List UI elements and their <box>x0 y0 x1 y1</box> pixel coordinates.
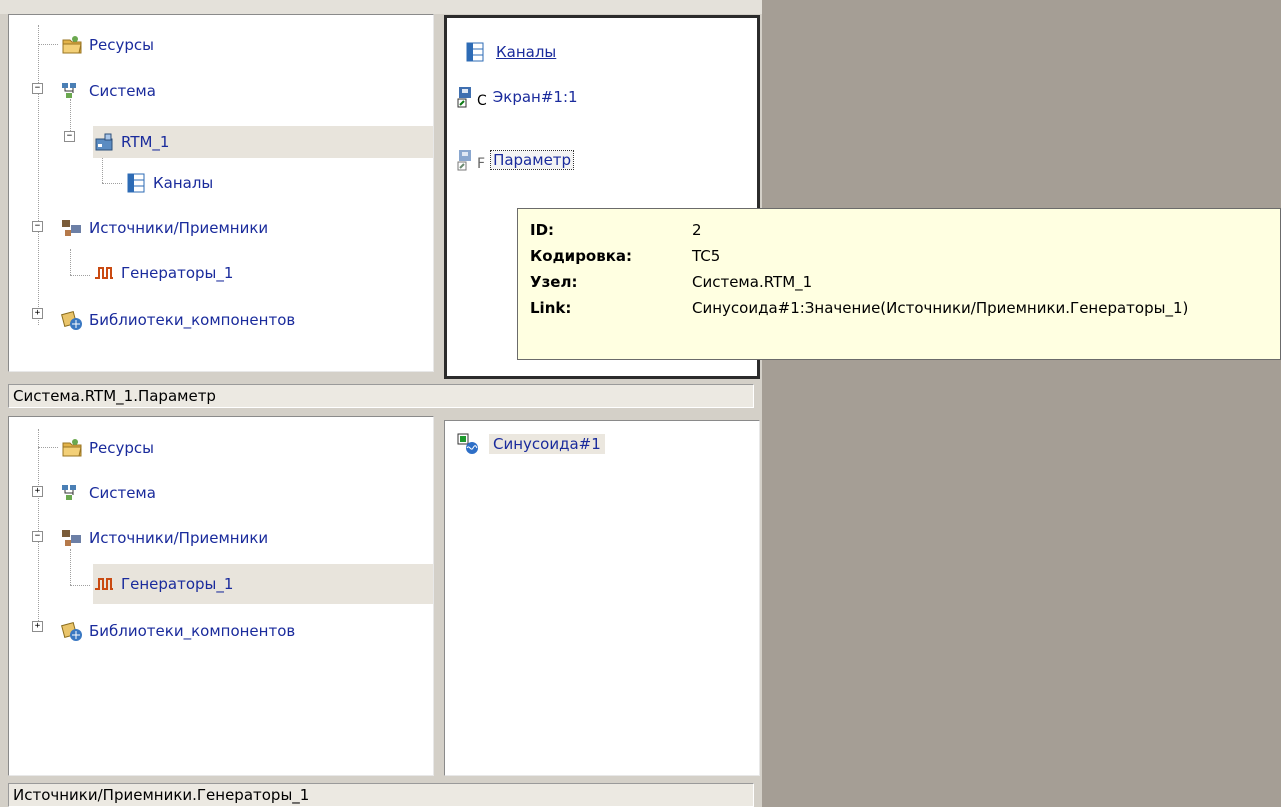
folder-icon <box>61 437 83 459</box>
tree-line <box>38 429 39 629</box>
collapse-toggle[interactable]: − <box>32 531 43 542</box>
collapse-toggle[interactable]: − <box>32 83 43 94</box>
list-item-screen[interactable]: C Экран#1:1 <box>457 85 578 109</box>
tree-item-generators[interactable]: Генераторы_1 <box>93 564 433 604</box>
tree-item-rtm1[interactable]: RTM_1 <box>93 126 433 158</box>
sources-icon <box>61 527 83 549</box>
tree-line <box>38 44 58 45</box>
tree-item-label: Библиотеки_компонентов <box>89 311 296 329</box>
tree-item-label: Генераторы_1 <box>121 575 234 593</box>
sinusoid-icon <box>457 433 479 455</box>
pulse-icon <box>93 262 115 284</box>
library-icon <box>61 309 83 331</box>
tooltip-key: Кодировка: <box>530 247 633 265</box>
top-status-bar: Система.RTM_1.Параметр <box>8 384 754 408</box>
table-icon <box>125 172 147 194</box>
tree-line <box>70 99 71 135</box>
tree-line <box>70 275 90 276</box>
tree-item-resources[interactable]: Ресурсы <box>61 32 154 58</box>
tree-line <box>38 25 39 325</box>
list-item-label: Параметр <box>490 150 575 170</box>
tooltip-key: ID: <box>530 221 555 239</box>
tooltip-value: Синусоида#1:Значение(Источники/Приемники… <box>692 299 1189 317</box>
list-item-parameter[interactable]: F Параметр <box>457 148 575 172</box>
tooltip-value: Система.RTM_1 <box>692 273 813 291</box>
screen-icon <box>457 86 479 108</box>
tree-line <box>102 183 122 184</box>
tree-item-label: Каналы <box>153 174 214 192</box>
tree-item-label: Библиотеки_компонентов <box>89 622 296 640</box>
main-window: − − − + Ресурсы Система RTM_1 Каналы Ист… <box>0 0 762 807</box>
expand-toggle[interactable]: + <box>32 486 43 497</box>
tree-item-generators[interactable]: Генераторы_1 <box>93 260 233 286</box>
expand-toggle[interactable]: + <box>32 308 43 319</box>
bottom-tree-pane[interactable]: + − + Ресурсы Система Источники/Приемник… <box>8 416 434 776</box>
tree-item-label: Ресурсы <box>89 36 155 54</box>
node-icon <box>93 131 115 153</box>
tooltip-key: Узел: <box>530 273 578 291</box>
tree-line <box>70 249 71 275</box>
library-icon <box>61 620 83 642</box>
tree-item-resources[interactable]: Ресурсы <box>61 435 154 461</box>
bottom-list-pane[interactable]: Синусоида#1 <box>444 420 760 776</box>
tooltip-key: Link: <box>530 299 572 317</box>
tooltip-row-node: Узел: Система.RTM_1 <box>530 273 812 291</box>
tree-item-libraries[interactable]: Библиотеки_компонентов <box>61 618 295 644</box>
list-item-label: Синусоида#1 <box>489 434 605 454</box>
tree-item-label: Система <box>89 484 156 502</box>
tooltip-row-encoding: Кодировка: TC5 <box>530 247 720 265</box>
bottom-status-bar: Источники/Приемники.Генераторы_1 <box>8 783 754 807</box>
parameter-tooltip: ID: 2 Кодировка: TC5 Узел: Система.RTM_1… <box>517 208 1281 360</box>
tooltip-value: 2 <box>692 221 702 239</box>
tree-item-channels[interactable]: Каналы <box>125 170 213 196</box>
tree-item-sources[interactable]: Источники/Приемники <box>61 215 268 241</box>
parameter-icon <box>457 149 479 171</box>
tree-item-label: Генераторы_1 <box>121 264 234 282</box>
expand-toggle[interactable]: + <box>32 621 43 632</box>
tree-item-label: Источники/Приемники <box>89 529 269 547</box>
pulse-icon <box>93 573 115 595</box>
tree-item-label: Ресурсы <box>89 439 155 457</box>
tree-line <box>38 447 58 448</box>
tree-line <box>70 549 71 585</box>
tree-item-label: Система <box>89 82 156 100</box>
list-item-sinusoid[interactable]: Синусоида#1 <box>457 433 605 455</box>
tree-item-system[interactable]: Система <box>61 78 156 104</box>
table-icon <box>464 41 486 63</box>
sources-icon <box>61 217 83 239</box>
tree-line <box>70 585 90 586</box>
folder-icon <box>61 34 83 56</box>
list-item-channels[interactable]: Каналы <box>464 41 556 63</box>
list-item-label: Каналы <box>496 43 557 61</box>
top-strip <box>0 0 762 14</box>
list-item-label: Экран#1:1 <box>492 88 578 106</box>
tree-item-system[interactable]: Система <box>61 480 156 506</box>
collapse-toggle[interactable]: − <box>64 131 75 142</box>
top-tree-pane[interactable]: − − − + Ресурсы Система RTM_1 Каналы Ист… <box>8 14 434 372</box>
network-icon <box>61 80 83 102</box>
tooltip-value: TC5 <box>692 247 721 265</box>
tooltip-row-id: ID: 2 <box>530 221 702 239</box>
tree-item-libraries[interactable]: Библиотеки_компонентов <box>61 307 295 333</box>
tooltip-row-link: Link: Синусоида#1:Значение(Источники/При… <box>530 299 1188 317</box>
tree-item-sources[interactable]: Источники/Приемники <box>61 525 268 551</box>
collapse-toggle[interactable]: − <box>32 221 43 232</box>
tree-item-label: Источники/Приемники <box>89 219 269 237</box>
tree-item-label: RTM_1 <box>121 133 170 151</box>
network-icon <box>61 482 83 504</box>
